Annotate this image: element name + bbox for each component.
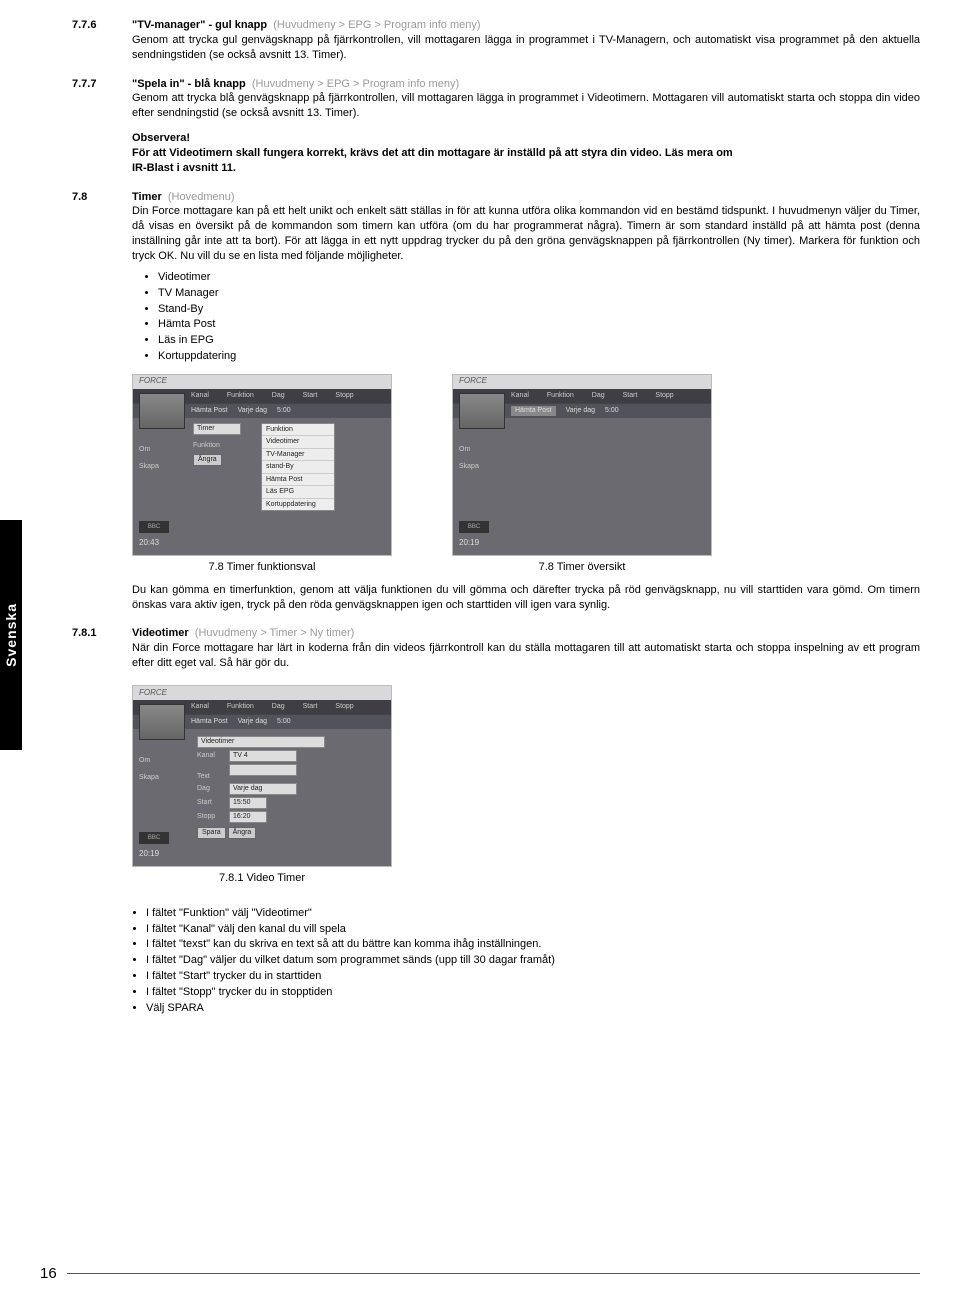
list-item: Läs in EPG [158, 333, 920, 348]
list-item: Kortuppdatering [158, 349, 920, 364]
shot-left-menu: Om Skapa [139, 445, 159, 480]
shot-brand: FORCE [453, 375, 711, 389]
section-body: "TV-manager" - gul knapp (Huvudmeny > EP… [132, 18, 920, 63]
figure-row: FORCE KanalFunktionDagStartStopp Hämta P… [132, 374, 920, 575]
section-7-8: 7.8 Timer (Hovedmenu) Din Force mottagar… [72, 190, 920, 613]
timer-options-list: Videotimer TV Manager Stand-By Hämta Pos… [158, 270, 920, 364]
figure-video-timer: FORCE KanalFunktionDagStartStopp Hämta P… [132, 685, 392, 886]
section-title: "Spela in" - blå knapp [132, 78, 246, 90]
breadcrumb: (Huvudmeny > EPG > Program info meny) [270, 19, 480, 31]
list-item: I fältet "texst" kan du skriva en text s… [146, 937, 920, 952]
list-item: I fältet "Start" trycker du in starttide… [146, 969, 920, 984]
section-7-8-1: 7.8.1 Videotimer (Huvudmeny > Timer > Ny… [72, 626, 920, 1025]
figure-timer-oversikt: FORCE KanalFunktionDagStartStopp Hämta P… [452, 374, 712, 575]
clock: 20:19 [459, 538, 479, 549]
section-text: Din Force mottagare kan på ett helt unik… [132, 205, 920, 262]
section-7-7-7: 7.7.7 "Spela in" - blå knapp (Huvudmeny … [72, 77, 920, 176]
figure-caption: 7.8 Timer funktionsval [132, 560, 392, 575]
observe-line2: IR-Blast i avsnitt 11. [132, 161, 920, 176]
preview-thumb [459, 393, 505, 429]
section-text-2: Du kan gömma en timerfunktion, genom att… [132, 583, 920, 613]
section-body: Videotimer (Huvudmeny > Timer > Ny timer… [132, 626, 920, 1025]
section-body: "Spela in" - blå knapp (Huvudmeny > EPG … [132, 77, 920, 176]
clock: 20:19 [139, 849, 159, 860]
section-text: Genom att trycka blå genvägsknapp på fjä… [132, 92, 920, 119]
shot-left-menu: Om Skapa [139, 756, 159, 791]
list-item: Videotimer [158, 270, 920, 285]
list-item: TV Manager [158, 286, 920, 301]
footer-rule [67, 1273, 920, 1274]
list-item: Hämta Post [158, 317, 920, 332]
channel-badge: BBC [139, 521, 169, 533]
preview-thumb [139, 704, 185, 740]
list-item: Välj SPARA [146, 1001, 920, 1016]
breadcrumb: (Hovedmenu) [165, 191, 235, 203]
breadcrumb: (Huvudmeny > EPG > Program info meny) [249, 78, 459, 90]
page-number: 16 [40, 1264, 57, 1284]
dropdown-menu: Funktion Videotimer TV-Manager stand-By … [261, 423, 335, 511]
section-title: "TV-manager" - gul knapp [132, 19, 267, 31]
screenshot: FORCE KanalFunktionDagStartStopp Hämta P… [132, 685, 392, 867]
figure-caption: 7.8.1 Video Timer [132, 871, 392, 886]
list-item: I fältet "Funktion" välj "Videotimer" [146, 906, 920, 921]
screenshot: FORCE KanalFunktionDagStartStopp Hämta P… [132, 374, 392, 556]
section-text: När din Force mottagare har lärt in kode… [132, 642, 920, 669]
section-body: Timer (Hovedmenu) Din Force mottagare ka… [132, 190, 920, 613]
mini-panel: Timer Funktion Ångra [193, 423, 241, 466]
section-number: 7.8.1 [72, 626, 132, 1025]
list-item: I fältet "Dag" väljer du vilket datum so… [146, 953, 920, 968]
section-7-7-6: 7.7.6 "TV-manager" - gul knapp (Huvudmen… [72, 18, 920, 63]
section-title: Timer [132, 191, 162, 203]
clock: 20:43 [139, 538, 159, 549]
page-content: 7.7.6 "TV-manager" - gul knapp (Huvudmen… [72, 18, 920, 1026]
section-title: Videotimer [132, 627, 189, 639]
list-item: Stand-By [158, 302, 920, 317]
list-item: I fältet "Kanal" välj den kanal du vill … [146, 922, 920, 937]
figure-caption: 7.8 Timer översikt [452, 560, 712, 575]
language-side-tab: Svenska [0, 520, 22, 750]
shot-brand: FORCE [133, 686, 391, 700]
page-footer: 16 [40, 1264, 920, 1284]
observe-heading: Observera! [132, 131, 920, 146]
section-text: Genom att trycka gul genvägsknapp på fjä… [132, 34, 920, 61]
section-number: 7.7.6 [72, 18, 132, 63]
language-label: Svenska [2, 603, 21, 667]
shot-brand: FORCE [133, 375, 391, 389]
list-item: I fältet "Stopp" trycker du in stopptide… [146, 985, 920, 1000]
section-number: 7.8 [72, 190, 132, 613]
channel-badge: BBC [459, 521, 489, 533]
breadcrumb: (Huvudmeny > Timer > Ny timer) [192, 627, 355, 639]
videotimer-panel: Videotimer KanalTV 4 Text DagVarje dag S… [197, 736, 325, 839]
videotimer-steps: I fältet "Funktion" välj "Videotimer" I … [146, 906, 920, 1016]
shot-left-menu: Om Skapa [459, 445, 479, 480]
screenshot: FORCE KanalFunktionDagStartStopp Hämta P… [452, 374, 712, 556]
figure-timer-funktionsval: FORCE KanalFunktionDagStartStopp Hämta P… [132, 374, 392, 575]
section-number: 7.7.7 [72, 77, 132, 176]
channel-badge: BBC [139, 832, 169, 844]
preview-thumb [139, 393, 185, 429]
observe-line1: För att Videotimern skall fungera korrek… [132, 146, 920, 161]
